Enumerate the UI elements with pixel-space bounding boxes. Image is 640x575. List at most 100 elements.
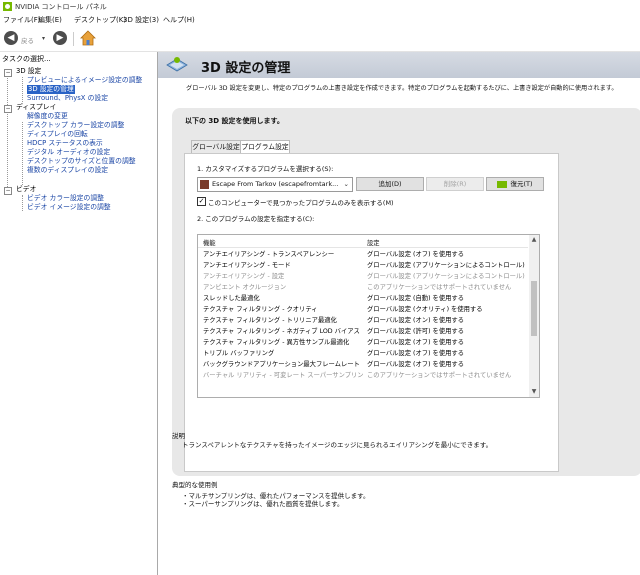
- home-icon[interactable]: [80, 30, 96, 46]
- tree-item-image-preview[interactable]: プレビューによるイメージ設定の調整: [27, 76, 142, 85]
- tree-guide: [22, 195, 23, 211]
- feature-cell: アンチエイリアシング - トランスペアレンシー: [203, 251, 335, 258]
- scrollbar-thumb[interactable]: [531, 281, 537, 336]
- setting-cell: このアプリケーションではサポートされていません: [367, 284, 512, 291]
- table-scrollbar[interactable]: ▲ ▼: [529, 235, 539, 397]
- feature-cell: テクスチャ フィルタリング - ネガティブ LOD バイアス: [203, 328, 360, 335]
- usage-title: 典型的な使用例: [172, 481, 218, 489]
- step1-label: 1. カスタマイズするプログラムを選択する(S):: [197, 165, 334, 173]
- collapse-display-icon[interactable]: −: [4, 105, 12, 113]
- table-row[interactable]: バックグラウンドアプリケーション最大フレームレート グローバル設定 (オフ) を使…: [198, 357, 528, 368]
- tree-item-multi-display[interactable]: 複数のディスプレイの設定: [27, 166, 108, 175]
- page-header: 3D 設定の管理: [158, 52, 640, 78]
- column-setting: 設定: [367, 240, 380, 247]
- feature-cell: アンチエイリアシング - 設定: [203, 273, 285, 280]
- tree-category-display[interactable]: ディスプレイ: [16, 103, 56, 112]
- menu-3d-settings[interactable]: 3D 設定(3): [123, 15, 159, 25]
- scroll-down-icon[interactable]: ▼: [529, 387, 539, 397]
- toolbar: ◀ 戻る ▾ ▶: [0, 27, 640, 52]
- setting-cell: グローバル設定 (オフ) を使用する: [367, 350, 465, 357]
- tree-item-digital-audio[interactable]: デジタル オーディオの設定: [27, 148, 110, 157]
- feature-cell: テクスチャ フィルタリング - トリリニア最適化: [203, 317, 337, 324]
- task-pane-heading: タスクの選択...: [2, 55, 51, 63]
- forward-arrow-icon[interactable]: ▶: [53, 31, 67, 45]
- setting-cell: グローバル設定 (クオリティ) を使用する: [367, 306, 483, 313]
- setting-cell: グローバル設定 (オン) を使用する: [367, 317, 465, 324]
- setting-cell: このアプリケーションではサポートされていません: [367, 372, 512, 379]
- table-row[interactable]: アンチエイリアシング - モード グローバル設定 (アプリケーションによるコントロ…: [198, 258, 528, 269]
- feature-cell: アンビエント オクルージョン: [203, 284, 287, 291]
- settings-heading: 以下の 3D 設定を使用します。: [185, 117, 284, 125]
- menu-desktop[interactable]: デスクトップ(K): [74, 15, 126, 25]
- tree-item-surround-physx[interactable]: Surround、PhysX の設定: [27, 94, 108, 103]
- tree-item-video-color[interactable]: ビデオ カラー設定の調整: [27, 194, 104, 203]
- feature-cell: テクスチャ フィルタリング - 異方性サンプル最適化: [203, 339, 350, 346]
- table-row[interactable]: テクスチャ フィルタリング - トリリニア最適化 グローバル設定 (オン) を使用…: [198, 313, 528, 324]
- back-button-label[interactable]: 戻る: [21, 35, 34, 45]
- program-settings-body: 1. カスタマイズするプログラムを選択する(S): Escape From Ta…: [184, 153, 559, 472]
- explanation-text: トランスペアレントなテクスチャを持ったイメージのエッジに見られるエイリアシングを…: [182, 441, 493, 449]
- toolbar-separator: [73, 32, 74, 46]
- feature-cell: テクスチャ フィルタリング - クオリティ: [203, 306, 318, 313]
- table-row[interactable]: アンチエイリアシング - 設定 グローバル設定 (アプリケーションによるコントロー…: [198, 269, 528, 280]
- tree-category-3d[interactable]: 3D 設定: [16, 67, 41, 76]
- table-row[interactable]: アンビエント オクルージョン このアプリケーションではサポートされていません: [198, 280, 528, 291]
- tarkov-game-icon: [200, 180, 209, 189]
- window-title: NVIDIA コントロール パネル: [15, 3, 107, 11]
- program-select-value: Escape From Tarkov (escapefromtark...: [212, 180, 339, 188]
- page-description: グローバル 3D 設定を変更し、特定のプログラムの上書き設定を作成できます。特定…: [186, 85, 618, 92]
- menu-edit[interactable]: 編集(E): [38, 15, 62, 25]
- add-program-button[interactable]: 追加(D): [356, 177, 424, 191]
- tree-item-resolution[interactable]: 解像度の変更: [27, 112, 68, 121]
- setting-cell: グローバル設定 (アプリケーションによるコントロール) を...: [367, 262, 527, 269]
- tree-item-desktop-color[interactable]: デスクトップ カラー設定の調整: [27, 121, 124, 130]
- tree-category-video[interactable]: ビデオ: [16, 185, 36, 194]
- restore-button-label: 復元(T): [510, 180, 533, 188]
- back-history-dropdown-icon[interactable]: ▾: [42, 35, 45, 42]
- collapse-3d-icon[interactable]: −: [4, 69, 12, 77]
- table-row[interactable]: スレッドした最適化 グローバル設定 (自動) を使用する: [198, 291, 528, 302]
- step2-label: 2. このプログラムの設定を指定する(C):: [197, 215, 315, 223]
- task-pane: タスクの選択... − 3D 設定 プレビューによるイメージ設定の調整 3D 設…: [0, 52, 158, 575]
- restore-program-button[interactable]: 復元(T): [486, 177, 544, 191]
- feature-cell: バーチャル リアリティ - 可変レート スーパーサンプリング: [203, 372, 363, 379]
- feature-cell: トリプル バッファリング: [203, 350, 275, 357]
- feature-cell: スレッドした最適化: [203, 295, 260, 302]
- tree-guide: [22, 77, 23, 102]
- feature-cell: アンチエイリアシング - モード: [203, 262, 291, 269]
- program-select[interactable]: Escape From Tarkov (escapefromtark... ⌄: [197, 177, 353, 192]
- table-row[interactable]: バーチャル リアリティ - 可変レート スーパーサンプリング このアプリケーション…: [198, 368, 528, 379]
- table-row[interactable]: アンチエイリアシング - トランスペアレンシー グローバル設定 (オフ) を使用す…: [198, 247, 528, 258]
- 3d-settings-icon: [166, 57, 188, 72]
- table-row[interactable]: テクスチャ フィルタリング - ネガティブ LOD バイアス グローバル設定 (許…: [198, 324, 528, 335]
- menu-bar: ファイル(F) 編集(E) デスクトップ(K) 3D 設定(3) ヘルプ(H): [0, 14, 640, 26]
- setting-cell: グローバル設定 (許可) を使用する: [367, 328, 465, 335]
- tree-item-desktop-size[interactable]: デスクトップのサイズと位置の調整: [27, 157, 136, 166]
- menu-help[interactable]: ヘルプ(H): [163, 15, 195, 25]
- tree-item-video-image[interactable]: ビデオ イメージ設定の調整: [27, 203, 111, 212]
- page-title: 3D 設定の管理: [201, 61, 291, 76]
- remove-program-button[interactable]: 削除(R): [426, 177, 484, 191]
- collapse-video-icon[interactable]: −: [4, 187, 12, 195]
- feature-cell: バックグラウンドアプリケーション最大フレームレート: [203, 361, 360, 368]
- tree-item-manage-3d[interactable]: 3D 設定の管理: [27, 85, 75, 94]
- table-row[interactable]: テクスチャ フィルタリング - クオリティ グローバル設定 (クオリティ) を使用…: [198, 302, 528, 313]
- show-found-programs-checkbox[interactable]: ✓: [197, 197, 206, 206]
- setting-cell: グローバル設定 (オフ) を使用する: [367, 339, 465, 346]
- tree-guide: [7, 74, 8, 189]
- tree-item-rotate[interactable]: ディスプレイの回転: [27, 130, 88, 139]
- setting-cell: グローバル設定 (オフ) を使用する: [367, 361, 465, 368]
- table-row[interactable]: テクスチャ フィルタリング - 異方性サンプル最適化 グローバル設定 (オフ) を…: [198, 335, 528, 346]
- back-arrow-icon[interactable]: ◀: [4, 31, 18, 45]
- tree-item-hdcp[interactable]: HDCP ステータスの表示: [27, 139, 103, 148]
- scroll-up-icon[interactable]: ▲: [529, 235, 539, 245]
- table-row[interactable]: トリプル バッファリング グローバル設定 (オフ) を使用する: [198, 346, 528, 357]
- tab-global-settings[interactable]: グローバル設定: [191, 140, 241, 154]
- show-found-programs-label: このコンピューターで見つかったプログラムのみを表示する(M): [208, 199, 394, 207]
- setting-cell: グローバル設定 (自動) を使用する: [367, 295, 465, 302]
- menu-file[interactable]: ファイル(F): [3, 15, 41, 25]
- column-feature: 機能: [203, 240, 216, 247]
- nvidia-restore-icon: [497, 180, 508, 188]
- setting-cell: グローバル設定 (オフ) を使用する: [367, 251, 465, 258]
- content-pane: 3D 設定の管理 グローバル 3D 設定を変更し、特定のプログラムの上書き設定を…: [158, 52, 640, 575]
